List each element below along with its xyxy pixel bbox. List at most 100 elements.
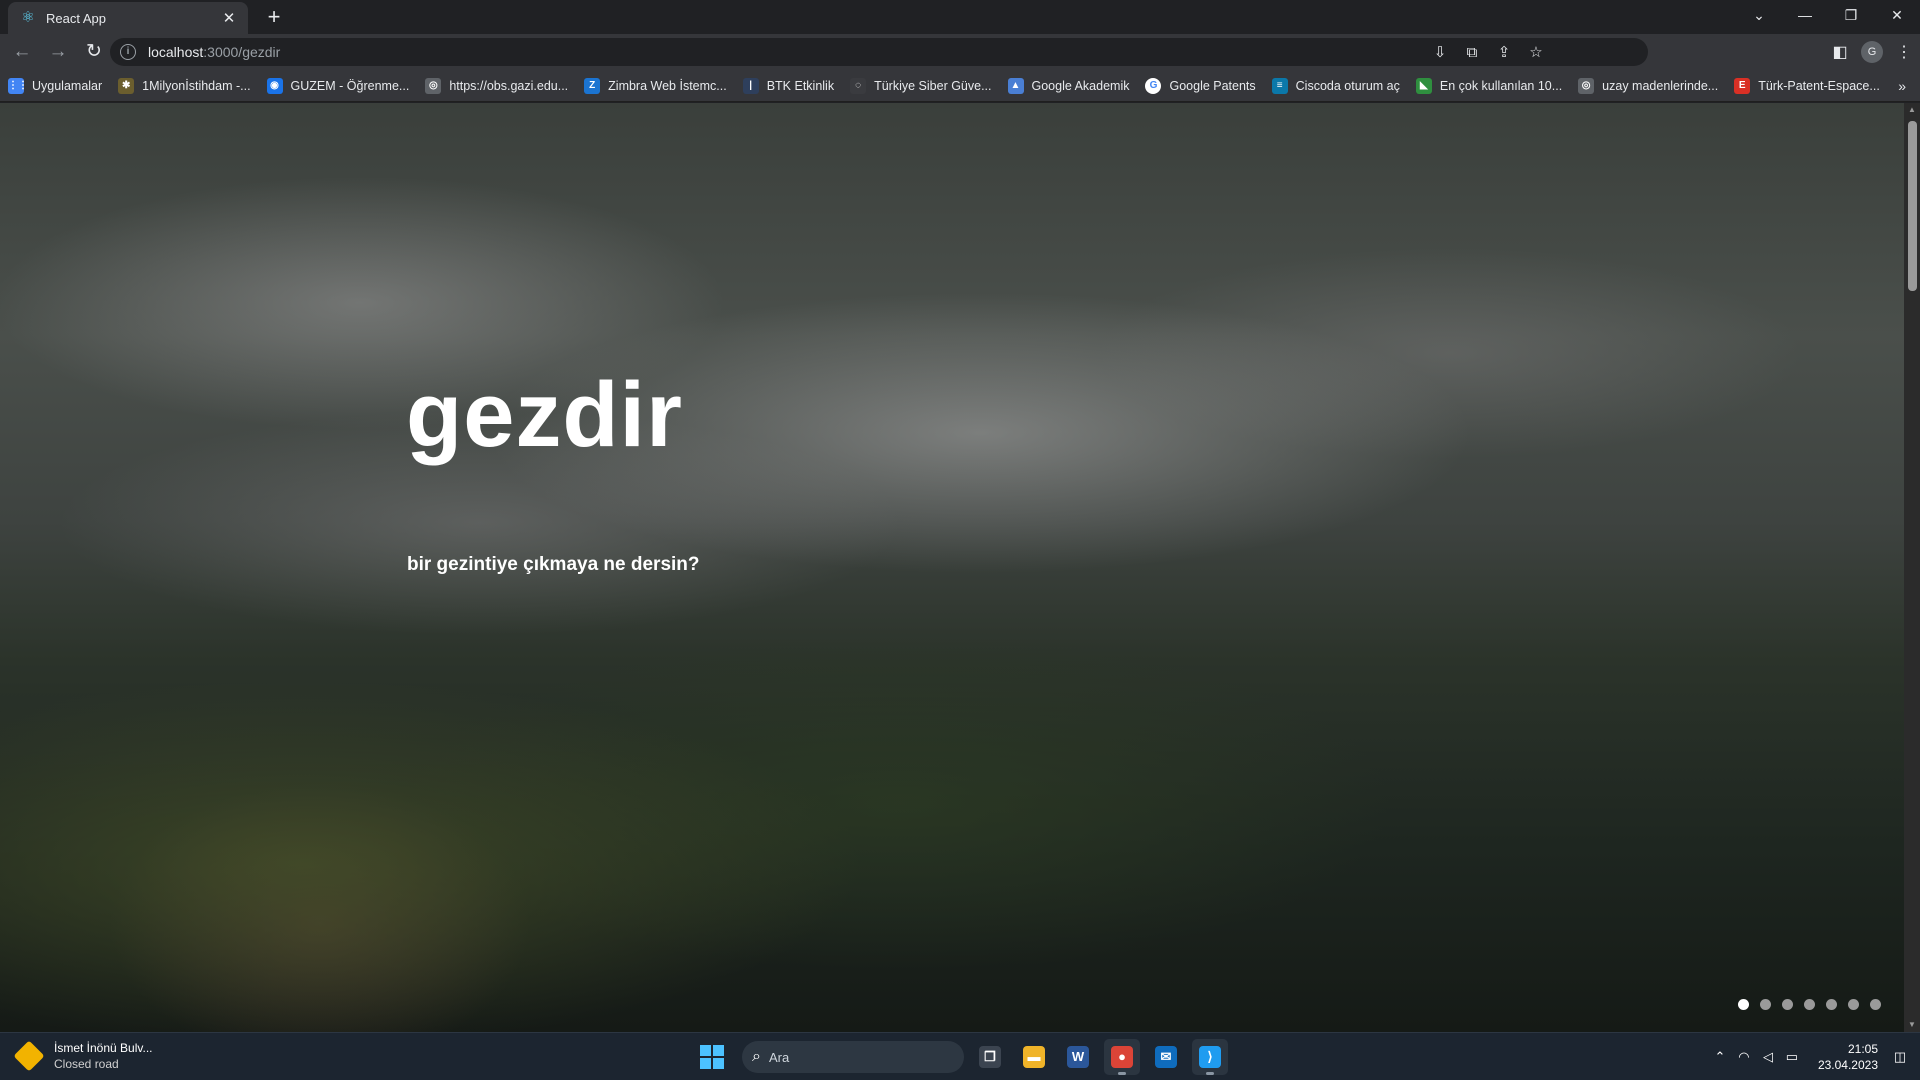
search-icon: ⌕ xyxy=(752,1048,761,1065)
menu-kebab-icon[interactable]: ⋮ xyxy=(1888,42,1920,62)
google-icon: G xyxy=(1145,77,1162,94)
browser-toolbar: ← → ↻ i localhost:3000/gezdir ⇩ ⧉ ⇪ ☆ ◧ … xyxy=(0,34,1920,70)
omnibox-actions: ⇩ ⧉ ⇪ ☆ xyxy=(1424,38,1552,66)
carousel-dot[interactable] xyxy=(1826,999,1837,1010)
bookmark-item[interactable]: ✱ 1Milyonİstihdam -... xyxy=(118,77,251,94)
carousel-dot[interactable] xyxy=(1870,999,1881,1010)
scroll-up-icon[interactable]: ▲ xyxy=(1904,103,1920,117)
tab-react-app[interactable]: ⚛ React App ✕ xyxy=(8,2,248,34)
bookmark-label: 1Milyonİstihdam -... xyxy=(142,78,251,93)
bookmark-label: Google Akademik xyxy=(1031,78,1130,93)
clock-date: 23.04.2023 xyxy=(1817,1058,1878,1072)
taskbar-apps: ⌕ Ara ❐ ▬ W ● ✉ ⟩ xyxy=(700,1039,1228,1075)
share-icon[interactable]: ⇪ xyxy=(1488,43,1520,61)
forward-button[interactable]: → xyxy=(42,36,74,68)
graduation-cap-icon: ▲ xyxy=(1007,77,1024,94)
windows-taskbar: İsmet İnönü Bulv... Closed road ⌕ Ara ❐ ▬… xyxy=(0,1032,1920,1080)
chart-icon: ◣ xyxy=(1415,77,1432,94)
hero-subtitle: bir gezintiye çıkmaya ne dersin? xyxy=(407,554,700,575)
site-info-icon[interactable]: i xyxy=(120,44,136,60)
url-path: :3000/gezdir xyxy=(203,44,281,60)
bookmark-label: Ciscoda oturum aç xyxy=(1295,78,1400,93)
taskbar-app[interactable]: ❐ xyxy=(972,1039,1008,1075)
minimize-button[interactable]: — xyxy=(1782,0,1828,30)
running-indicator xyxy=(1118,1072,1126,1075)
scroll-thumb[interactable] xyxy=(1908,121,1917,291)
clock[interactable]: 21:05 23.04.2023 xyxy=(1818,1041,1878,1073)
bookmark-item[interactable]: ◉ GUZEM - Öğrenme... xyxy=(266,77,409,94)
address-bar[interactable]: i localhost:3000/gezdir ⇩ ⧉ ⇪ ☆ xyxy=(110,38,1648,66)
taskbar-app[interactable]: ▬ xyxy=(1016,1039,1052,1075)
url-host: localhost xyxy=(148,44,204,60)
profile-avatar[interactable]: G xyxy=(1861,41,1883,63)
tab-search-chevron-icon[interactable]: ⌄ xyxy=(1736,0,1782,30)
bookmark-item[interactable]: ◣ En çok kullanılan 10... xyxy=(1415,77,1562,94)
widget-subtitle: Closed road xyxy=(54,1057,119,1071)
bookmark-label: Uygulamalar xyxy=(32,78,103,93)
side-panel-icon[interactable]: ◧ xyxy=(1824,42,1856,62)
windows-start-icon[interactable] xyxy=(700,1045,724,1069)
cisco-icon: ≡ xyxy=(1271,77,1288,94)
bookmark-item[interactable]: ◎ uzay madenlerinde... xyxy=(1578,77,1718,94)
bookmark-item[interactable]: G Google Patents xyxy=(1145,77,1256,94)
bookmark-label: Zimbra Web İstemc... xyxy=(608,78,727,93)
bookmark-label: Türk-Patent-Espace... xyxy=(1758,78,1880,93)
file-explorer-icon: ▬ xyxy=(1023,1046,1045,1068)
taskbar-app[interactable]: ⟩ xyxy=(1192,1039,1228,1075)
chevron-up-icon[interactable]: ⌃ xyxy=(1708,1049,1732,1065)
reload-button[interactable]: ↻ xyxy=(78,36,110,68)
mail-icon: ✉ xyxy=(1155,1046,1177,1068)
bookmark-item[interactable]: ⋮⋮ Uygulamalar xyxy=(8,77,103,94)
traffic-widget[interactable]: İsmet İnönü Bulv... Closed road xyxy=(13,1040,153,1072)
carousel-indicators xyxy=(1738,999,1892,1010)
bookmark-item[interactable]: ≡ Ciscoda oturum aç xyxy=(1271,77,1400,94)
bookmark-item[interactable]: | BTK Etkinlik xyxy=(742,77,834,94)
scroll-down-icon[interactable]: ▼ xyxy=(1904,1018,1920,1032)
toolbar-right: ◧ G ⋮ xyxy=(1824,36,1920,68)
bookmark-item[interactable]: ▲ Google Akademik xyxy=(1007,77,1130,94)
carousel-dot[interactable] xyxy=(1804,999,1815,1010)
bookmark-item[interactable]: ◎ https://obs.gazi.edu... xyxy=(425,77,568,94)
close-tab-icon[interactable]: ✕ xyxy=(220,9,238,27)
carousel-dot[interactable] xyxy=(1760,999,1771,1010)
system-tray: ⌃ ◠ ◁ ▭ 21:05 23.04.2023 ◫ xyxy=(1708,1033,1920,1080)
speaker-icon[interactable]: ◁ xyxy=(1756,1049,1780,1065)
word-icon: W xyxy=(1067,1046,1089,1068)
notification-icon[interactable]: ◫ xyxy=(1888,1049,1912,1065)
restore-button[interactable]: ❐ xyxy=(1828,0,1874,30)
taskbar-app[interactable]: ● xyxy=(1104,1039,1140,1075)
bookmark-star-icon[interactable]: ☆ xyxy=(1520,43,1552,61)
task-view-icon: ❐ xyxy=(979,1046,1001,1068)
install-app-icon[interactable]: ⇩ xyxy=(1424,43,1456,61)
carousel-dot[interactable] xyxy=(1848,999,1859,1010)
page-scrollbar[interactable]: ▲ ▼ xyxy=(1904,103,1920,1032)
bookmark-label: Google Patents xyxy=(1169,78,1256,93)
back-button[interactable]: ← xyxy=(6,36,38,68)
bookmark-item[interactable]: E Türk-Patent-Espace... xyxy=(1734,77,1880,94)
taskbar-app[interactable]: ✉ xyxy=(1148,1039,1184,1075)
new-tab-button[interactable]: + xyxy=(260,4,288,32)
carousel-dot[interactable] xyxy=(1738,999,1749,1010)
battery-icon[interactable]: ▭ xyxy=(1780,1049,1804,1065)
tab-strip: ⚛ React App ✕ + ⌄ — ❐ ✕ xyxy=(0,0,1920,34)
siber-icon: ◌ xyxy=(850,77,867,94)
guzem-icon: ◉ xyxy=(266,77,283,94)
running-indicator xyxy=(1206,1072,1214,1075)
translate-icon[interactable]: ⧉ xyxy=(1456,44,1488,61)
carousel-dot[interactable] xyxy=(1782,999,1793,1010)
bookmarks-bar: ⋮⋮ Uygulamalar ✱ 1Milyonİstihdam -... ◉ GUZEM… xyxy=(0,70,1920,102)
react-icon: ⚛ xyxy=(21,9,35,26)
widget-title: İsmet İnönü Bulv... xyxy=(54,1041,153,1055)
clock-time: 21:05 xyxy=(1847,1042,1878,1056)
wifi-icon[interactable]: ◠ xyxy=(1732,1049,1756,1065)
taskbar-app[interactable]: W xyxy=(1060,1039,1096,1075)
bookmark-item[interactable]: Z Zimbra Web İstemc... xyxy=(584,77,727,94)
bookmark-item[interactable]: ◌ Türkiye Siber Güve... xyxy=(850,77,992,94)
traffic-warning-icon xyxy=(13,1040,45,1072)
bookmark-label: Türkiye Siber Güve... xyxy=(874,78,992,93)
close-window-button[interactable]: ✕ xyxy=(1874,0,1920,30)
more-bookmarks-icon[interactable]: » xyxy=(1898,70,1906,102)
taskbar-search[interactable]: ⌕ Ara xyxy=(742,1041,964,1073)
hero-carousel: gezdir bir gezintiye çıkmaya ne dersin? xyxy=(0,103,1904,1032)
hero-title: gezdir xyxy=(406,364,683,466)
